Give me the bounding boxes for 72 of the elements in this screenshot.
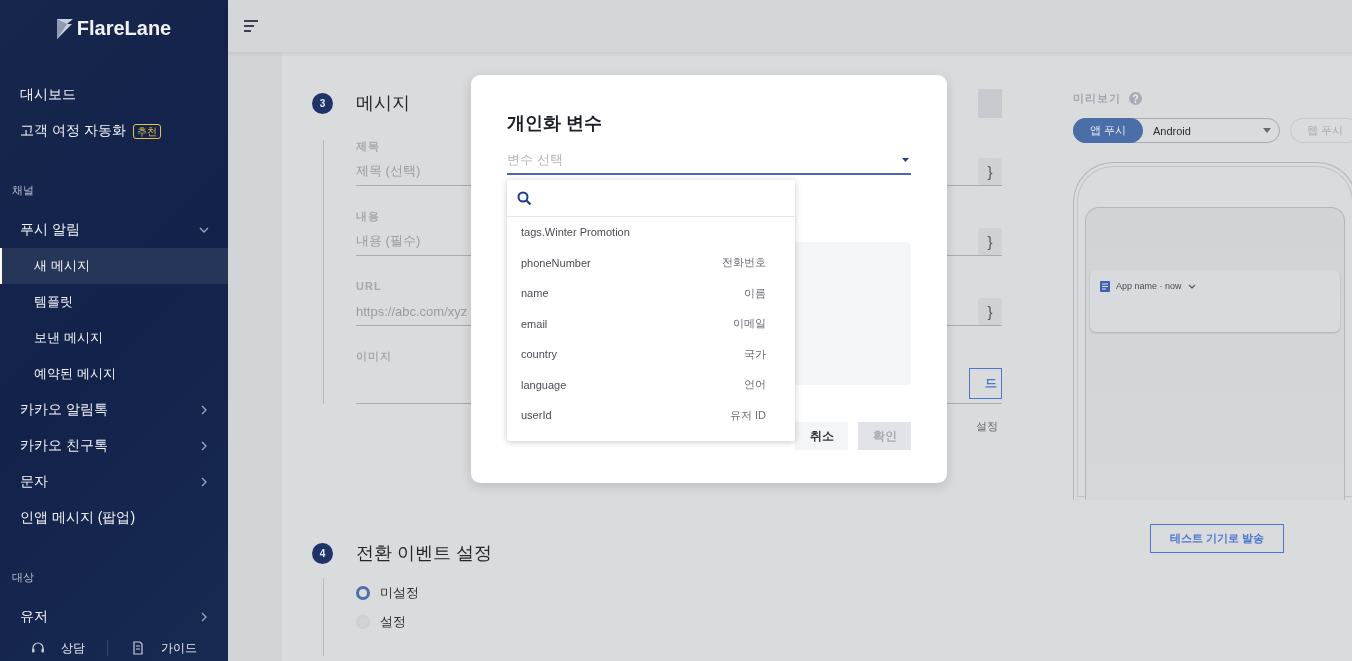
step-title: 전환 이벤트 설정 [356,542,492,565]
nav-label: 카카오 알림톡 [20,401,108,420]
notification-header: App name · now [1116,281,1182,292]
variable-button[interactable]: } [978,157,1002,185]
platform-tab[interactable]: 앱 푸시 [1073,118,1143,143]
cancel-button[interactable]: 취소 [795,422,848,450]
app-icon [1100,281,1110,292]
option-key: name [521,287,549,300]
radio-option[interactable]: 설정 [356,607,406,636]
variable-button[interactable]: } [978,227,1002,255]
nav-label: 카카오 친구톡 [20,437,108,456]
search-icon [517,190,532,206]
nav-label: 대시보드 [20,86,76,105]
option-label: 언어 [744,377,766,393]
variable-button[interactable]: } [978,297,1002,325]
dropdown-option[interactable]: userId 유저 ID [507,400,795,431]
option-key: userId [521,409,552,422]
option-label: 전화번호 [722,255,766,271]
option-key: country [521,348,558,361]
nav-item[interactable]: 문자 [0,464,228,501]
section-title: 채널 [11,183,35,199]
option-key: email [521,317,548,330]
dropdown-option[interactable]: tags.Winter Promotion [507,217,795,248]
nav-item[interactable]: 카카오 친구톡 [0,428,228,465]
radio-button[interactable] [356,585,370,600]
headset-icon [31,641,46,656]
caret-icon [902,158,909,162]
radio-option[interactable]: 미설정 [356,578,419,607]
option-label: 유저 ID [729,407,766,423]
option-key: phoneNumber [521,256,591,269]
nav-item[interactable]: 유저 [0,599,228,636]
nav-subitem[interactable]: 예약된 메시지 [0,356,228,393]
nav-subitem[interactable]: 템플릿 [0,284,228,321]
nav-label: 인앱 메시지 (팝업) [20,509,136,528]
dropdown-option[interactable]: country 국가 [507,339,795,370]
nav-item[interactable]: 푸시 알림 [0,212,228,249]
nav-label: 문자 [20,473,48,492]
option-key: tags.Winter Promotion [521,226,630,239]
step-number: 3 [312,92,333,114]
dropdown-option[interactable]: name 이름 [507,278,795,309]
chevron-down-icon[interactable] [1187,284,1196,290]
menu-icon[interactable] [243,19,259,33]
modal-title: 개인화 변수 [507,112,603,135]
dropdown-option[interactable]: phoneNumber 전화번호 [507,247,795,278]
nav-item[interactable]: 대시보드 [0,77,228,114]
option-label: 국가 [744,346,766,362]
help-icon[interactable] [1129,91,1142,105]
nav-item[interactable]: 인앱 메시지 (팝업) [0,500,228,537]
nav-item[interactable]: 고객 여정 자동화 추천 [0,113,228,150]
nav-subitem[interactable]: 보낸 메시지 [0,320,228,357]
device-select[interactable]: Android [1142,119,1279,142]
caret-icon [1263,128,1271,133]
nav-label: 유저 [20,608,48,627]
logo-text: FlareLane [76,17,172,41]
nav-label: 푸시 알림 [20,221,80,240]
nav-subitem[interactable]: 새 메시지 [0,248,228,285]
option-label: 이름 [744,285,766,301]
footer-link[interactable]: 가이드 [130,639,197,657]
nav-label: 고객 여정 자동화 [20,122,126,141]
setting-text: 설정 [976,419,998,434]
step-title: 메시지 [356,92,410,115]
option-label: 이메일 [733,316,766,332]
step-number: 4 [312,542,333,564]
footer-link[interactable]: 상담 [31,639,86,657]
document-icon [130,641,145,656]
section-title: 대상 [11,570,35,586]
recommend-badge: 추천 [132,123,161,139]
dropdown-option[interactable]: email 이메일 [507,308,795,339]
option-key: language [521,378,567,391]
nav-item[interactable]: 카카오 알림톡 [0,392,228,429]
flag-logo-icon [56,18,73,39]
dropdown-option[interactable]: language 언어 [507,369,795,400]
